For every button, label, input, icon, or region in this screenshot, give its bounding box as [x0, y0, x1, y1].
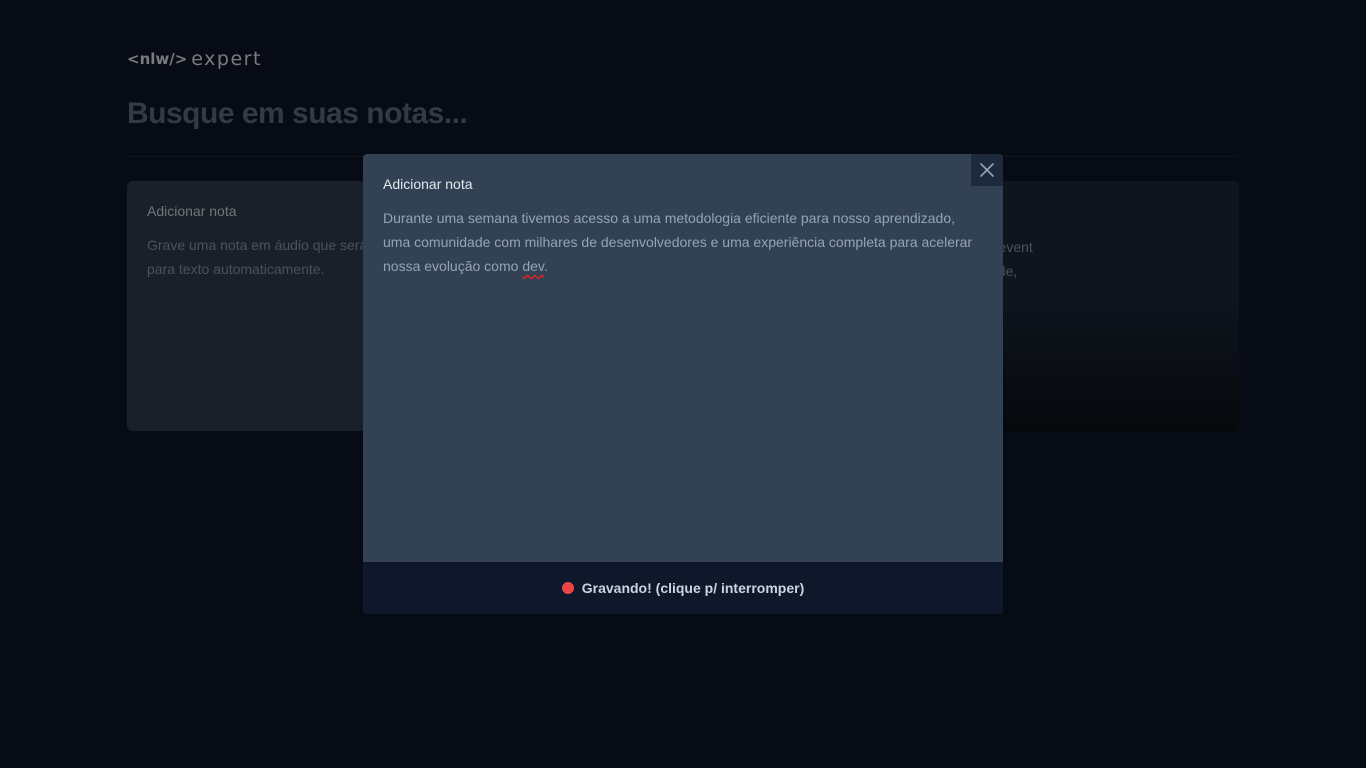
recording-label: Gravando! (clique p/ interromper)	[581, 580, 805, 596]
transcribed-text: Durante uma semana tivemos acesso a uma …	[383, 210, 973, 274]
x-icon	[980, 163, 994, 177]
recording-dot-icon	[561, 582, 574, 594]
add-note-modal: Adicionar nota Durante uma semana tivemo…	[363, 154, 1003, 614]
page: <nlw/> expert Adicionar nota Grave uma n…	[0, 0, 1366, 768]
modal-title: Adicionar nota	[383, 176, 473, 192]
misspelled-word: dev	[522, 258, 544, 274]
stop-recording-button[interactable]: Gravando! (clique p/ interromper)	[363, 562, 1003, 614]
note-textarea[interactable]: Durante uma semana tivemos acesso a uma …	[383, 206, 983, 278]
close-button[interactable]	[971, 154, 1003, 186]
transcribed-text-end: .	[543, 258, 548, 274]
